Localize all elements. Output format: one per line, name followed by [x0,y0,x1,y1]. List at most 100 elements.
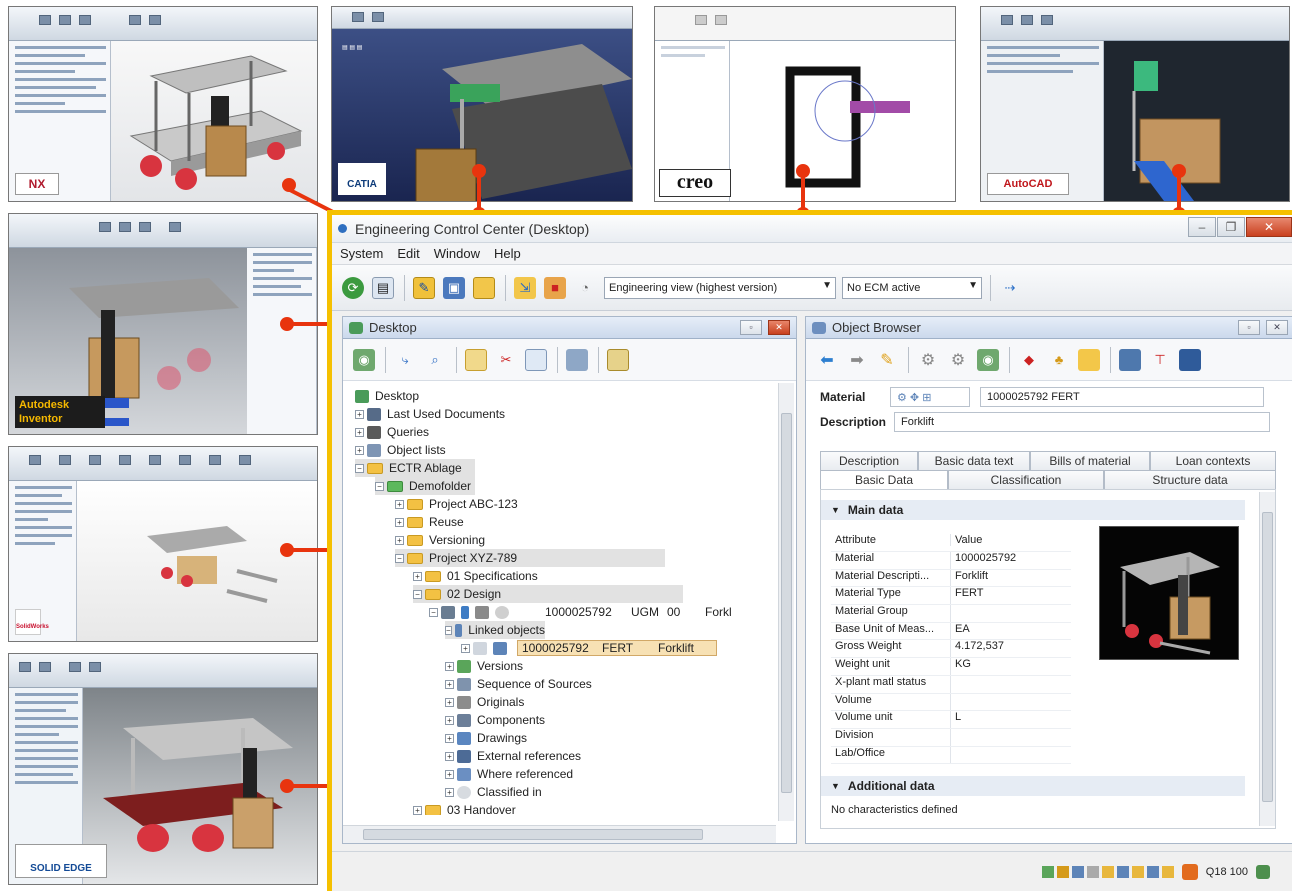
tree-item[interactable]: + Last Used Documents [355,405,505,423]
tab-classification[interactable]: Classification [948,470,1104,490]
tree-item[interactable]: − 02 Design [413,585,683,603]
pane-restore-button[interactable]: ▫ [740,320,762,335]
paste-icon[interactable] [525,348,547,371]
expand-icon[interactable]: + [445,661,454,671]
expand-icon[interactable]: + [395,535,404,545]
properties-icon[interactable] [566,348,588,371]
copy-icon[interactable] [465,348,487,371]
import-icon[interactable]: ⇲ [514,276,536,299]
view-select[interactable]: Engineering view (highest version) ▼ [604,276,836,299]
collapse-icon[interactable]: − [375,481,384,491]
expand-icon[interactable]: + [355,445,364,455]
minimize-button[interactable]: – [1188,217,1216,237]
cube-icon[interactable]: ◆ [1018,349,1040,371]
description-field[interactable]: Forklift [894,412,1270,432]
search-docs-icon[interactable]: ⌕ [424,349,446,371]
pane-close-button[interactable]: ✕ [768,320,790,335]
tab-structure-data[interactable]: Structure data [1104,470,1276,490]
expand-icon[interactable]: + [445,751,454,761]
tree-item[interactable]: +01 Specifications [413,567,538,585]
menu-window[interactable]: Window [434,246,480,261]
tree-item[interactable]: − 1000025792 UGM 00 Forkl [429,603,732,621]
network-icon[interactable]: ◉ [977,348,999,371]
expand-icon[interactable]: + [445,679,454,689]
cycle-icon[interactable]: ◔ [574,277,596,299]
expand-icon[interactable]: + [445,733,454,743]
tree-item[interactable]: + External references [445,747,581,765]
tree-vertical-scrollbar[interactable] [778,383,794,821]
expand-icon[interactable]: + [395,499,404,509]
collapse-icon[interactable]: − [395,553,404,563]
collapse-icon[interactable]: − [445,625,452,635]
tree-item[interactable]: − Linked objects [445,621,545,639]
refresh-icon[interactable]: ⟳ [342,276,364,299]
expand-icon[interactable]: + [445,787,454,797]
tree-item[interactable]: + Originals [445,693,524,711]
settings-icon[interactable]: ⚙ [947,349,969,371]
packages-icon[interactable]: ■ [544,276,566,299]
connect-icon[interactable]: ⤷ [394,349,416,371]
close-button[interactable]: ✕ [1246,217,1292,237]
main-data-section[interactable]: ▼ Main data [821,500,1245,520]
maximize-button[interactable]: ❐ [1217,217,1245,237]
tree-item[interactable]: + Sequence of Sources [445,675,592,693]
expand-icon[interactable]: + [355,409,364,419]
tree-item[interactable]: + Components [445,711,545,729]
tree-item[interactable]: + Reuse [395,513,464,531]
tree-item[interactable]: − ECTR Ablage [355,459,475,477]
scroll-thumb[interactable] [781,413,792,793]
selected-material-row[interactable]: 1000025792 FERT Forklift [517,640,717,656]
tab-bills-of-material[interactable]: Bills of material [1030,451,1150,471]
menu-edit[interactable]: Edit [397,246,419,261]
expand-icon[interactable]: + [445,697,454,707]
expand-icon[interactable]: + [445,715,454,725]
ecm-select[interactable]: No ECM active ▼ [842,276,982,299]
back-arrow-icon[interactable]: ⬅ [816,349,838,371]
expand-icon[interactable]: + [413,571,422,581]
tree-item[interactable]: + Where referenced [445,765,573,783]
expand-icon[interactable]: + [413,805,422,815]
tree-item[interactable]: + Classified in [445,783,542,801]
tree-item[interactable]: − Demofolder [375,477,475,495]
additional-data-section[interactable]: ▼ Additional data [821,776,1245,796]
tab-description[interactable]: Description [820,451,918,471]
tree-item[interactable]: + Versioning [395,531,485,549]
tree-item[interactable]: + Queries [355,423,429,441]
folder-icon[interactable] [473,276,495,299]
collapse-icon[interactable]: − [355,463,364,473]
tree-item[interactable]: + Object lists [355,441,446,459]
gear-icon[interactable]: ⚙ [917,349,939,371]
collapse-icon[interactable]: − [413,589,422,599]
tree-item[interactable]: + Drawings [445,729,527,747]
factory-icon[interactable] [1179,348,1201,371]
tree-horizontal-scrollbar[interactable] [343,825,776,843]
save-icon[interactable]: ▣ [443,276,465,299]
tab-loan-contexts[interactable]: Loan contexts [1150,451,1276,471]
pane-restore-button[interactable]: ▫ [1238,320,1260,335]
tree-item[interactable]: − Project XYZ-789 [395,549,665,567]
tree-item[interactable]: + Project ABC-123 [395,495,518,513]
expand-icon[interactable]: + [461,643,470,653]
collapse-icon[interactable]: − [429,607,438,617]
scroll-thumb[interactable] [1262,512,1273,802]
tree-item[interactable]: +1000025792 FERT Forklift [461,639,717,657]
folder-edit-icon[interactable]: ✎ [413,276,435,299]
tree-item[interactable]: Desktop [355,387,419,405]
tree-item[interactable]: + Versions [445,657,523,675]
tab-basic-data[interactable]: Basic Data [820,470,948,490]
pane-close-button[interactable]: ✕ [1266,320,1288,335]
cut-icon[interactable]: ✂ [495,349,517,371]
expand-icon[interactable]: + [395,517,404,527]
tab-basic-data-text[interactable]: Basic data text [918,451,1030,471]
browser-vertical-scrollbar[interactable] [1259,492,1275,826]
material-field[interactable]: 1000025792 FERT [980,387,1264,407]
bom-icon[interactable]: ⊤ [1149,349,1171,371]
window-icon[interactable] [1119,348,1141,371]
expand-icon[interactable]: + [355,427,364,437]
forward-arrow-icon[interactable]: ➡ [846,349,868,371]
menu-system[interactable]: System [340,246,383,261]
network-icon[interactable]: ◉ [353,348,375,371]
pencil-icon[interactable]: ✎ [876,349,898,371]
logoff-icon[interactable]: ⇢ [999,277,1021,299]
tree-item[interactable]: +03 Handover [413,801,516,815]
